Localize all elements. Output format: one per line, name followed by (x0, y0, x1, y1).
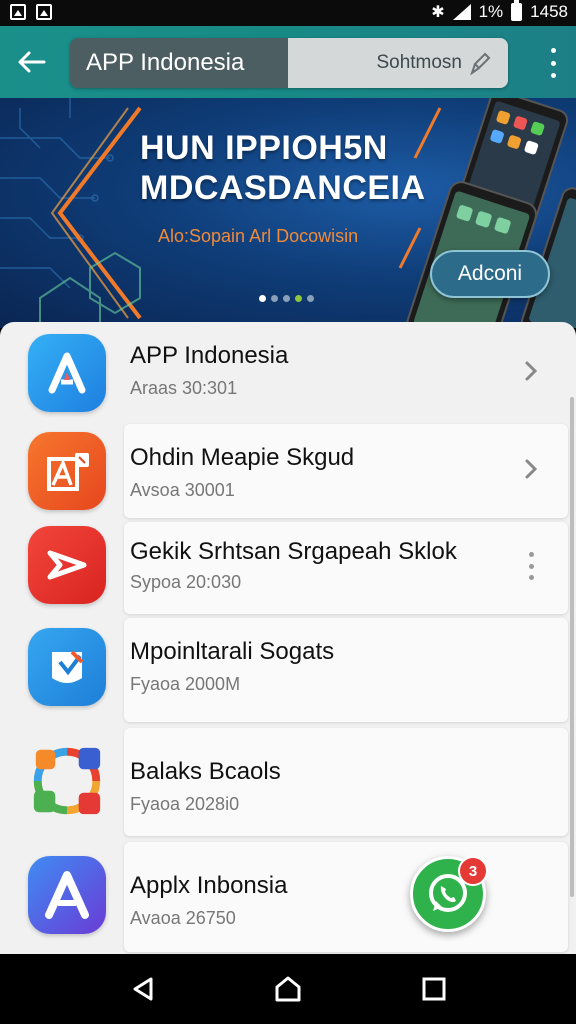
list-item[interactable]: Gekik Srhtsan Srgapeah Sklok Sypoa 20:03… (0, 520, 576, 616)
search-box[interactable]: APP Indonesia Sohtmosn (70, 38, 508, 88)
banner-subtitle: Alo:Sopain Arl Docowisin (158, 226, 359, 246)
status-left (10, 4, 52, 20)
app-icon[interactable] (28, 526, 106, 604)
app-subtitle: Fyaoa 2000M (130, 674, 241, 694)
app-subtitle: Avaoa 26750 (130, 908, 236, 928)
app-title: Mpoinltarali Sogats (130, 638, 335, 665)
list-item[interactable]: Applx Inbonsia Avaoa 26750 (0, 840, 576, 954)
list-item-card[interactable]: Balaks Bcaols Fyaoa 2028i0 (124, 728, 568, 836)
navigation-bar (0, 954, 576, 1024)
battery-percent: 1% (478, 2, 504, 21)
search-input[interactable]: APP Indonesia (70, 38, 288, 88)
bluetooth-icon: ✱ (431, 4, 445, 21)
list-item-card[interactable]: Gekik Srhtsan Srgapeah Sklok Sypoa 20:03… (124, 522, 568, 614)
nav-recents-button[interactable] (419, 974, 449, 1004)
mic-icon[interactable] (470, 51, 492, 75)
battery-icon (511, 0, 523, 21)
back-arrow-icon (18, 51, 46, 73)
scrollbar[interactable] (570, 397, 574, 897)
list-item[interactable]: APP Indonesia Araas 30:301 (0, 322, 576, 422)
app-subtitle: Araas 30:301 (130, 378, 238, 398)
list-item-card[interactable]: APP Indonesia Araas 30:301 (124, 322, 568, 420)
carousel-dot[interactable] (259, 295, 266, 302)
app-title: Balaks Bcaols (130, 758, 281, 785)
app-title: Gekik Srhtsan Srgapeah Sklok (130, 538, 457, 565)
app-title: Ohdin Meapie Skgud (130, 444, 355, 471)
chevron-right-icon[interactable] (524, 360, 538, 382)
app-subtitle: Avsoa 30001 (130, 480, 235, 500)
list-item[interactable]: Ohdin Meapie Skgud Avsoa 30001 (0, 422, 576, 520)
image-icon (10, 4, 26, 20)
carousel-dot[interactable] (271, 295, 278, 302)
status-right: ✱ 1% 1458 (431, 0, 568, 22)
clock: 1458 (530, 2, 568, 21)
recents-icon (422, 977, 446, 1001)
nav-back-button[interactable] (128, 974, 158, 1004)
promo-banner[interactable]: HUN IPPIOH5N MDCASDANCEIA Alo:Sopain Arl… (0, 98, 576, 328)
home-icon (275, 976, 301, 1002)
list-item[interactable]: Mpoinltarali Sogats Fyaoa 2000M (0, 616, 576, 726)
nav-home-button[interactable] (273, 974, 303, 1004)
app-title: APP Indonesia (130, 342, 289, 369)
shop-icon (47, 453, 89, 491)
app-icon[interactable] (28, 856, 106, 934)
search-placeholder[interactable]: Sohtmosn (288, 38, 508, 88)
app-cluster-icon (33, 747, 101, 815)
app-subtitle: Fyaoa 2028i0 (130, 794, 240, 814)
app-icon[interactable] (28, 334, 106, 412)
more-vert-icon[interactable] (528, 552, 534, 580)
letter-a-icon (48, 352, 86, 394)
flag-icon (52, 650, 84, 683)
list-item-card[interactable]: Mpoinltarali Sogats Fyaoa 2000M (124, 618, 568, 722)
banner-title: HUN IPPIOH5N MDCASDANCEIA (140, 129, 426, 207)
more-vert-icon (550, 48, 556, 53)
banner-cta-button[interactable]: Adconi (430, 250, 550, 298)
app-icon[interactable] (28, 432, 106, 510)
app-icon[interactable] (28, 742, 106, 820)
carousel-dot[interactable] (283, 295, 290, 302)
back-button[interactable] (12, 44, 52, 80)
app-icon[interactable] (28, 628, 106, 706)
letter-a-icon (45, 871, 89, 919)
carousel-indicator[interactable] (259, 295, 314, 302)
back-icon (133, 977, 153, 1001)
list-item-card[interactable]: Ohdin Meapie Skgud Avsoa 30001 (124, 424, 568, 518)
status-bar: ✱ 1% 1458 (0, 0, 576, 26)
arrow-icon (47, 550, 87, 580)
app-title: Applx Inbonsia (130, 872, 288, 899)
list-item[interactable]: Balaks Bcaols Fyaoa 2028i0 (0, 726, 576, 840)
notification-badge: 3 (458, 856, 488, 886)
search-placeholder-text: Sohtmosn (376, 52, 462, 73)
image-icon (36, 4, 52, 20)
app-bar: APP Indonesia Sohtmosn (0, 26, 576, 98)
more-options-button[interactable] (548, 48, 558, 78)
app-list[interactable]: APP Indonesia Araas 30:301 Ohdin Meapie … (0, 322, 576, 954)
signal-icon (452, 4, 471, 20)
app-subtitle: Sypoa 20:030 (130, 572, 242, 592)
chevron-right-icon[interactable] (524, 458, 538, 480)
list-item-card[interactable]: Applx Inbonsia Avaoa 26750 (124, 842, 568, 952)
carousel-dot[interactable] (295, 295, 302, 302)
carousel-dot[interactable] (307, 295, 314, 302)
